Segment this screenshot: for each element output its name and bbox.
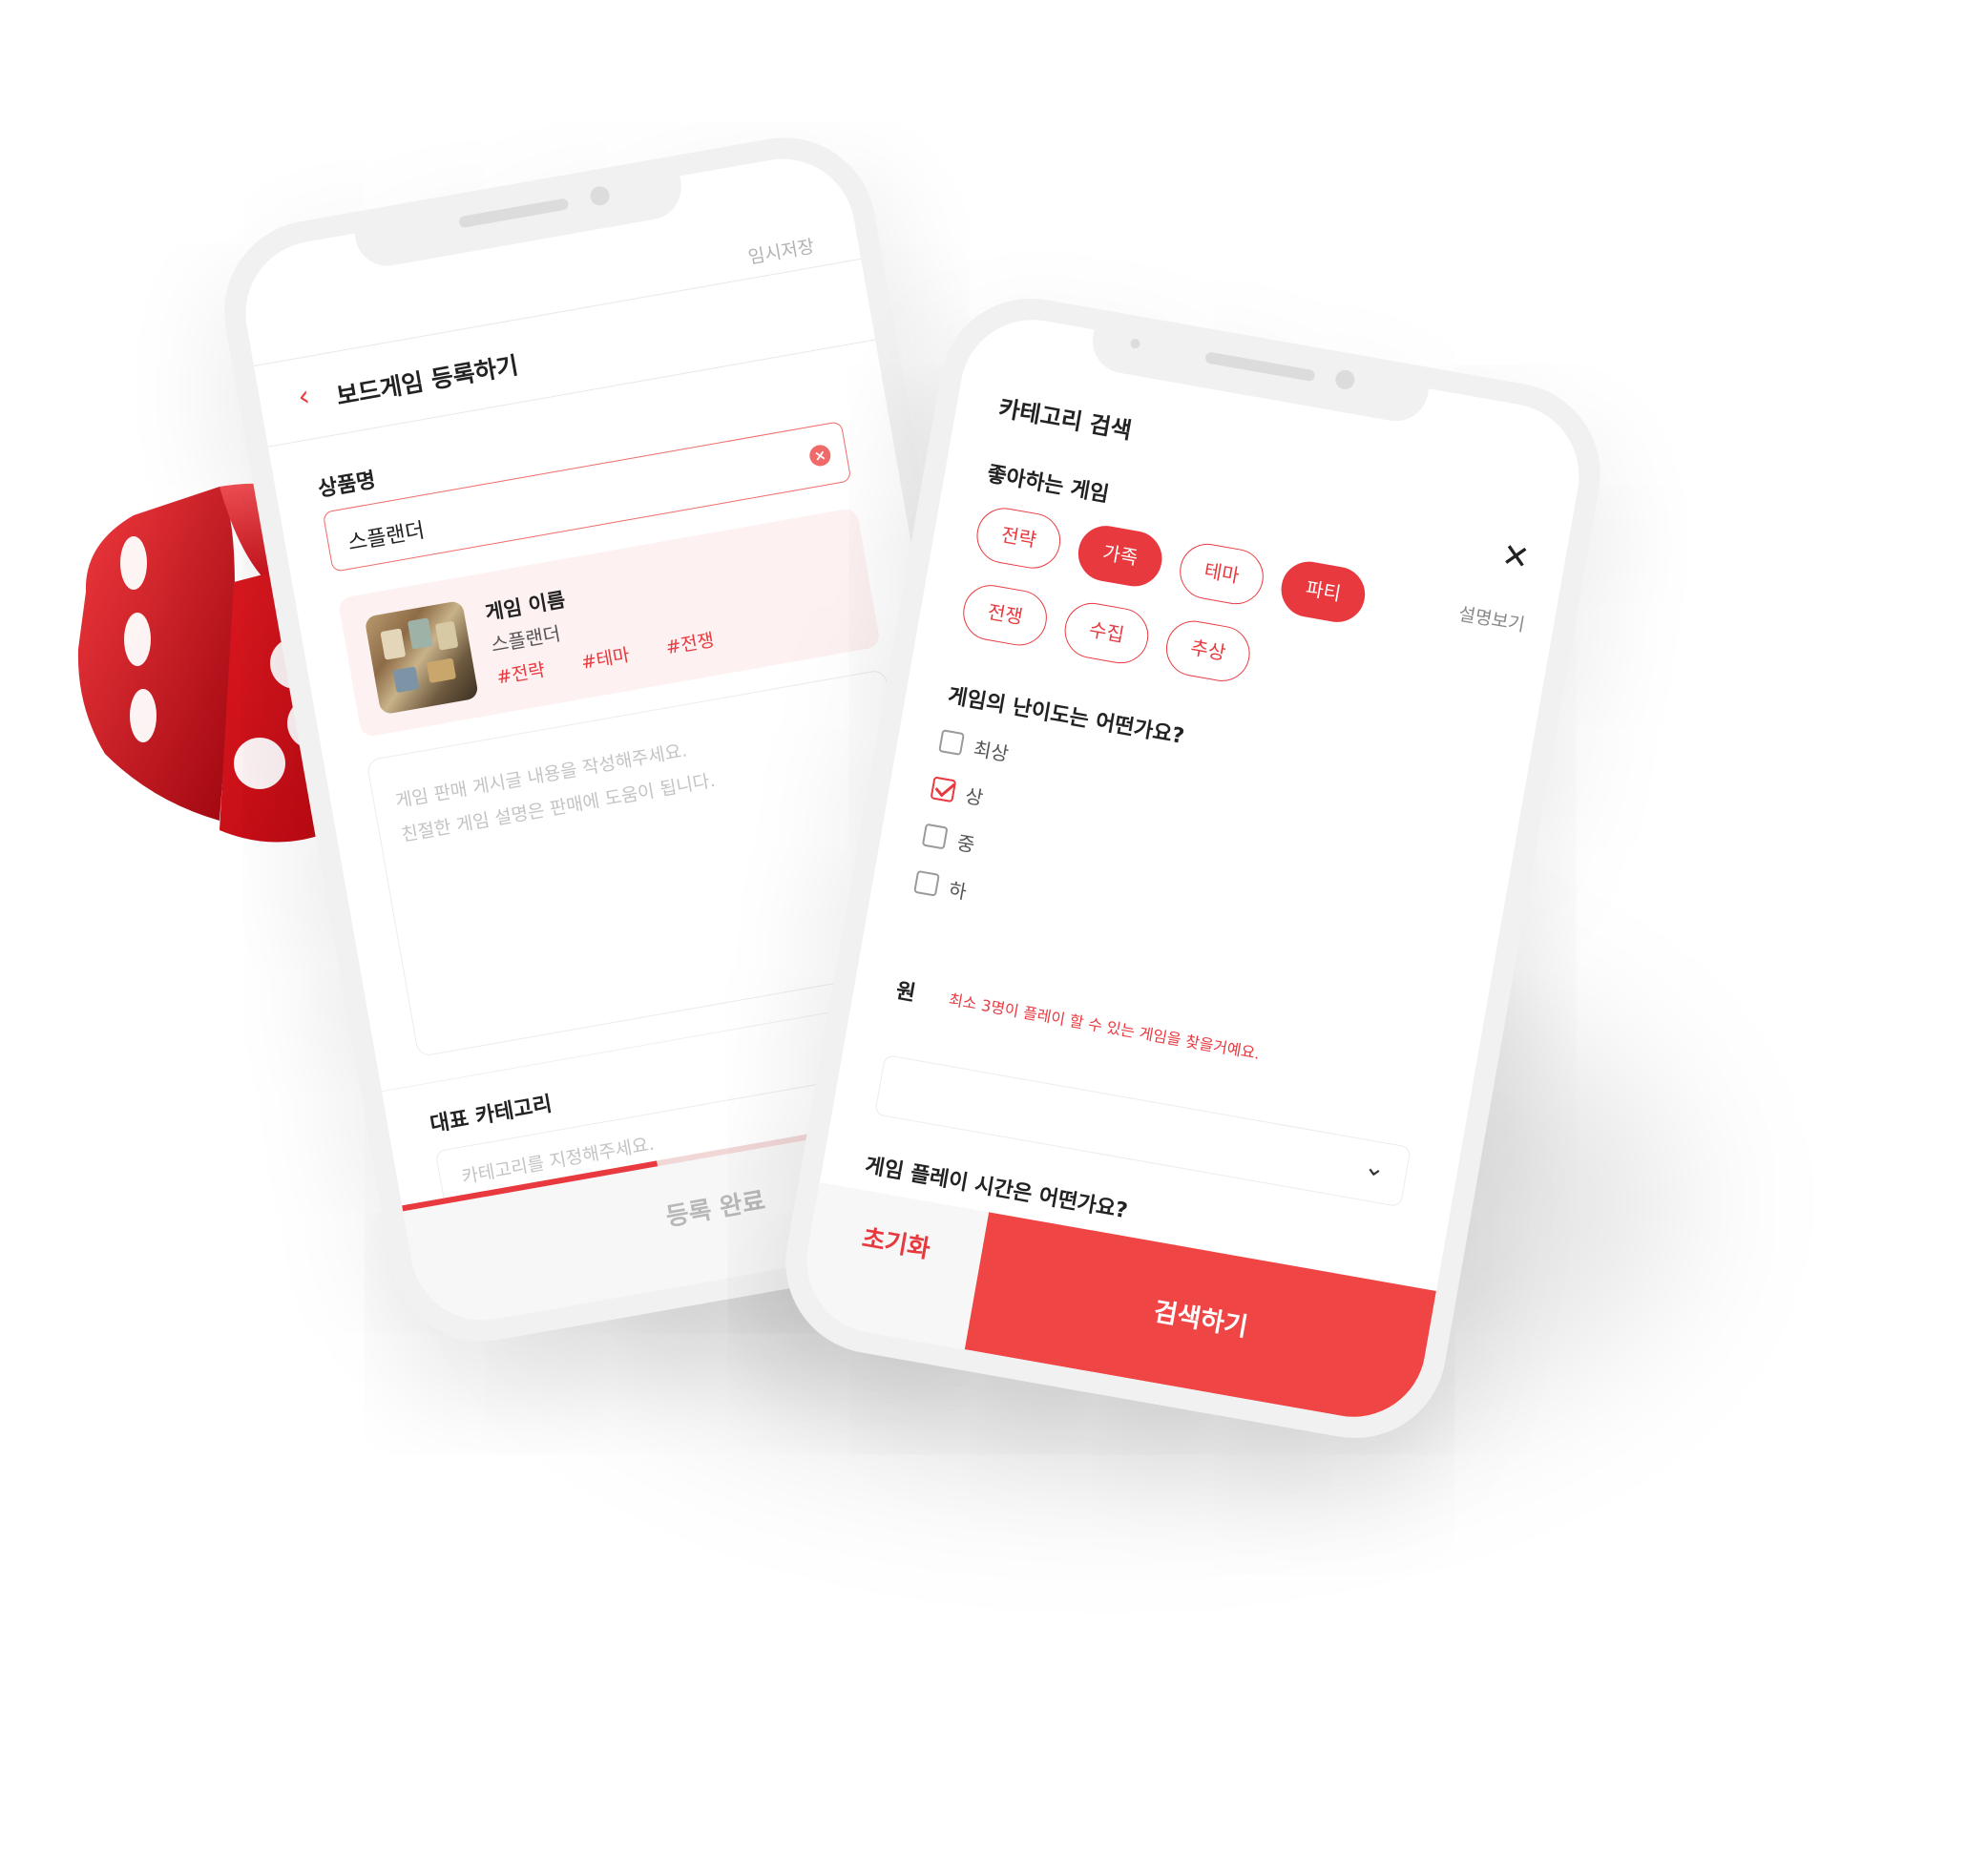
- favorite-game-label: 좋아하는 게임: [985, 462, 1111, 508]
- close-icon[interactable]: ✕: [1499, 536, 1533, 578]
- header-divider-top: [253, 258, 862, 366]
- thumbnail-tile: [407, 617, 433, 650]
- camera-icon: [1333, 368, 1356, 391]
- checkbox-low-label: 하: [947, 878, 969, 904]
- checkbox-low[interactable]: [913, 869, 940, 897]
- speaker: [458, 198, 570, 229]
- thumbnail-tile: [426, 657, 457, 683]
- category-label: 대표 카테고리: [428, 1092, 554, 1137]
- chevron-left-icon[interactable]: ‹: [295, 380, 312, 415]
- thumbnail-tile: [434, 620, 459, 651]
- thumbnail-tile: [392, 666, 420, 694]
- description-link[interactable]: 설명보기: [1456, 600, 1527, 637]
- chip-strategy[interactable]: 전략: [972, 503, 1065, 573]
- speaker: [1204, 351, 1316, 383]
- thumbnail-tile: [380, 628, 407, 660]
- chip-family[interactable]: 가족: [1074, 521, 1167, 591]
- tag-war: #전쟁: [664, 629, 716, 659]
- game-thumbnail: [364, 599, 479, 716]
- checkbox-medium-label: 중: [954, 830, 977, 857]
- camera-icon: [588, 184, 612, 207]
- reset-button[interactable]: 초기화: [796, 1182, 990, 1349]
- temp-save-button[interactable]: 임시저장: [746, 232, 817, 269]
- people-hint: 최소 3명이 플레이 할 수 있는 게임을 찾을거예요.: [947, 990, 1262, 1063]
- product-name-label: 상품명: [316, 468, 378, 503]
- clear-icon[interactable]: ×: [807, 443, 833, 469]
- people-label: 원: [893, 979, 918, 1007]
- page-title: 보드게임 등록하기: [334, 351, 521, 411]
- chip-abstract[interactable]: 추상: [1161, 616, 1255, 686]
- tag-theme: #테마: [579, 644, 632, 674]
- chip-collect[interactable]: 수집: [1060, 598, 1153, 668]
- stage: 임시저장 ‹ 보드게임 등록하기 상품명 스플랜더 × 게임 이름 스플랜더 #…: [0, 0, 1987, 1876]
- sensor-dot: [1129, 338, 1141, 349]
- product-name-value: 스플랜더: [345, 518, 427, 556]
- chevron-down-icon: ⌄: [1362, 1152, 1388, 1184]
- chip-theme[interactable]: 테마: [1175, 539, 1268, 609]
- checkbox-medium[interactable]: [921, 823, 949, 850]
- page-title: 카테고리 검색: [996, 394, 1134, 445]
- checkbox-highest-label: 최상: [972, 737, 1011, 766]
- chip-war[interactable]: 전쟁: [958, 580, 1052, 650]
- chip-party[interactable]: 파티: [1277, 557, 1370, 627]
- checkbox-high[interactable]: [930, 776, 957, 803]
- checkbox-high-label: 상: [963, 783, 985, 810]
- checkbox-highest[interactable]: [938, 729, 965, 756]
- tag-strategy: #전략: [494, 659, 547, 689]
